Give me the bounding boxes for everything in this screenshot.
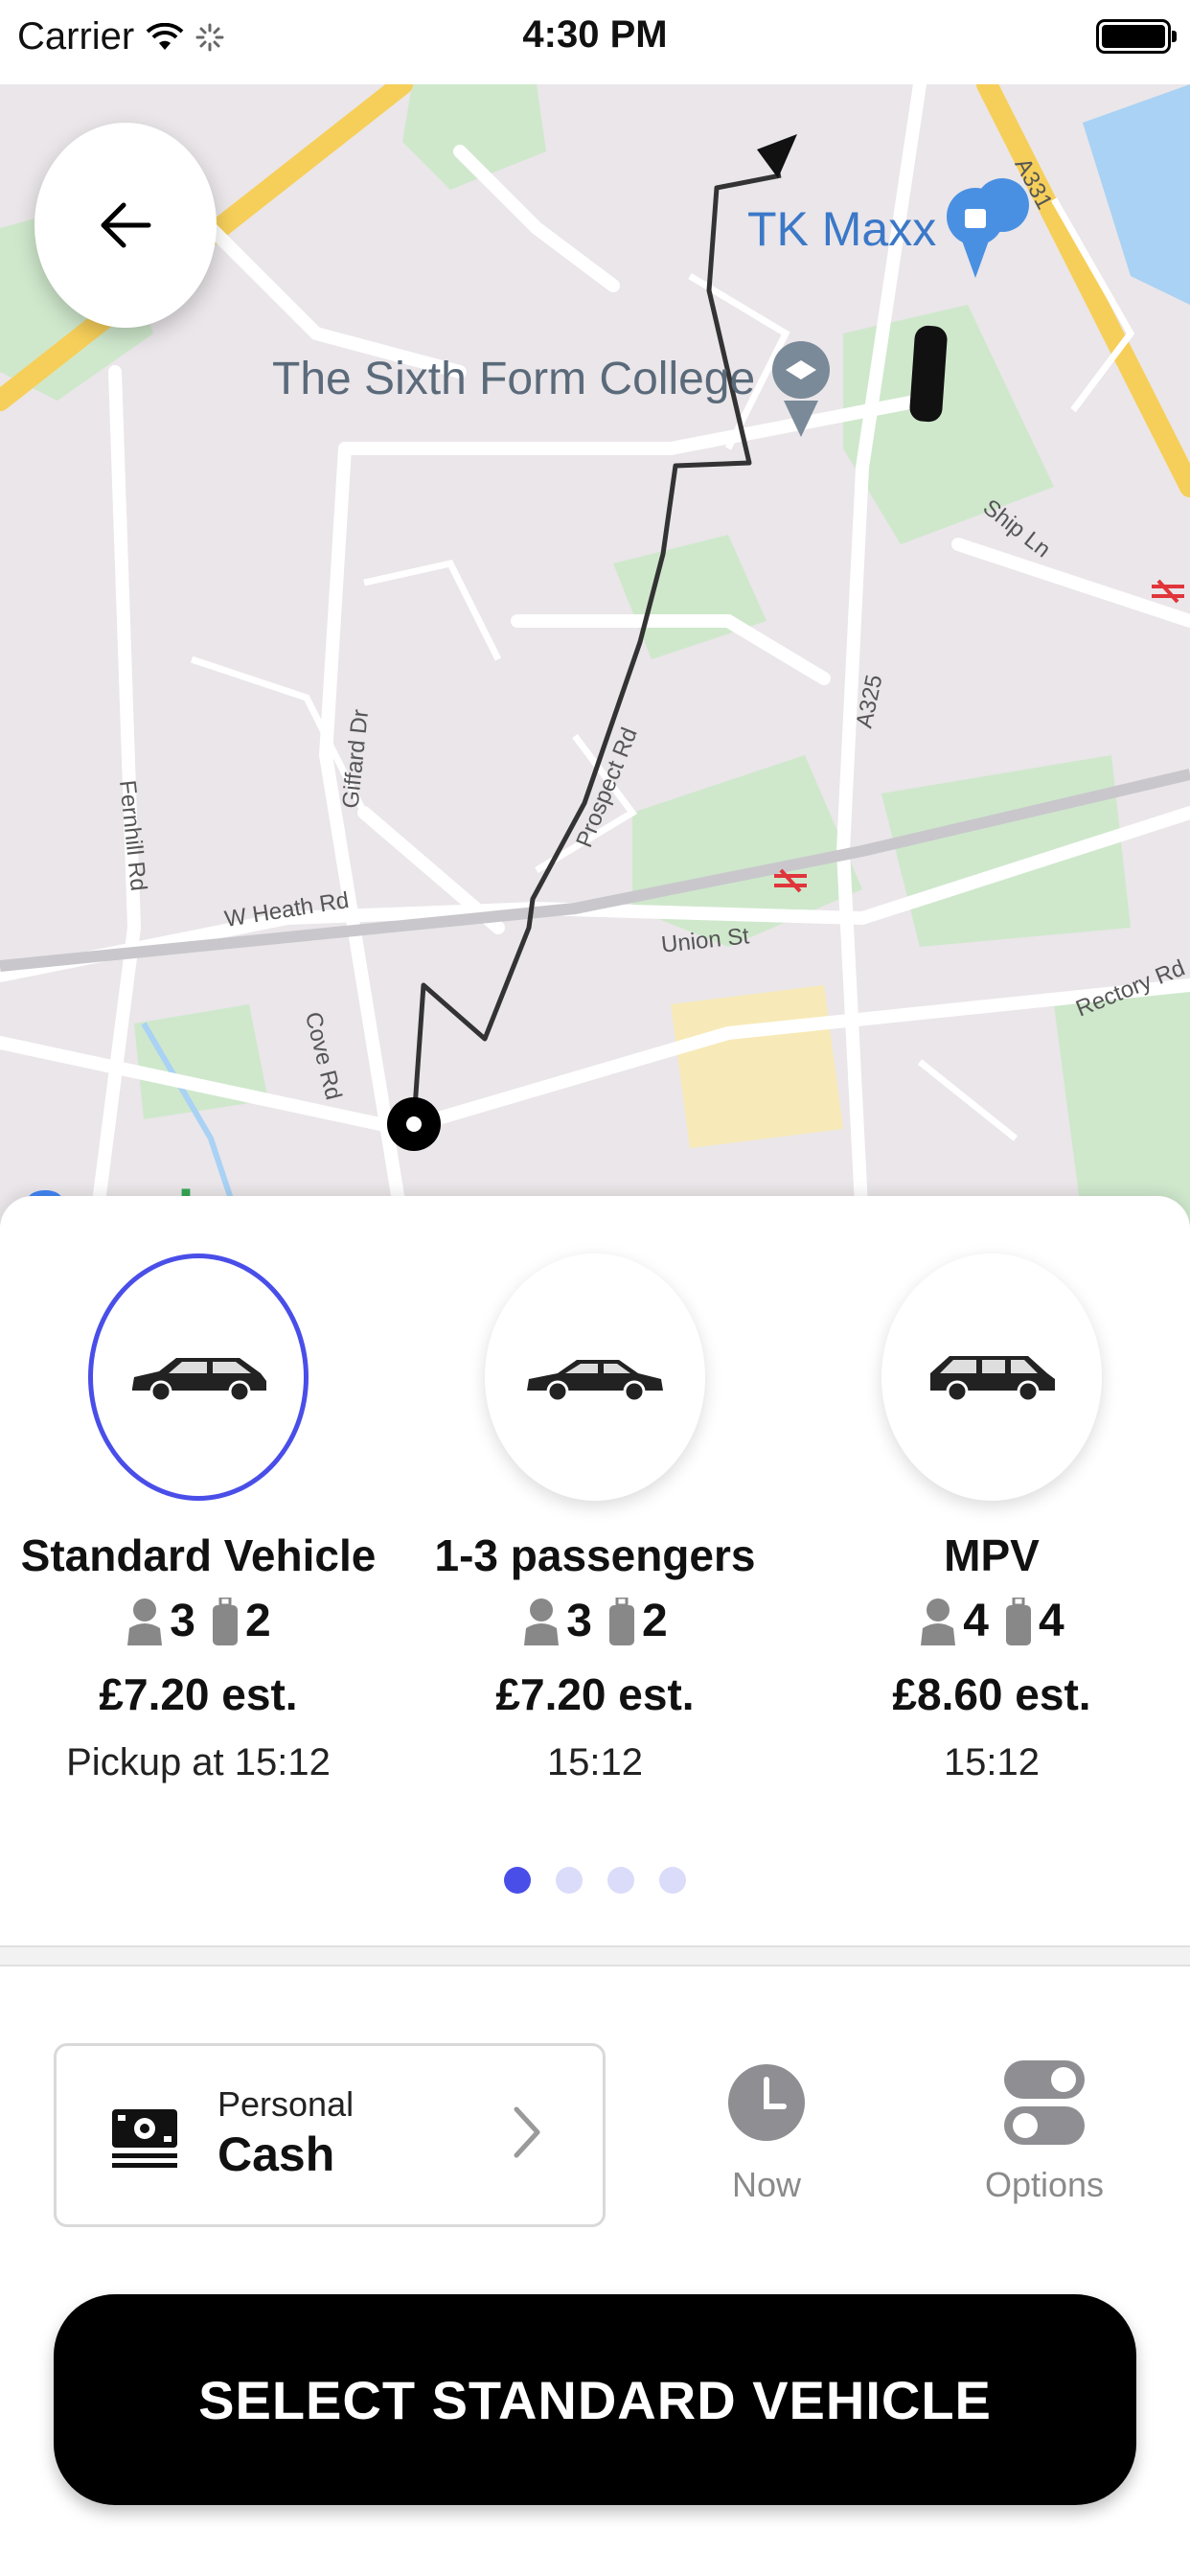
vehicle-image-circle[interactable] [88, 1254, 309, 1501]
status-bar: Carrier 4:30 PM [0, 0, 1190, 84]
payment-method-selector[interactable]: Personal Cash [54, 2043, 606, 2227]
luggage-icon [609, 1597, 634, 1645]
page-dot[interactable] [556, 1867, 583, 1894]
vehicle-name: Standard Vehicle [20, 1530, 377, 1580]
vehicle-name: MPV [944, 1530, 1040, 1580]
passenger-icon [127, 1598, 163, 1645]
page-dot[interactable] [504, 1867, 531, 1894]
vehicle-option-mpv[interactable]: MPV 4 4 £8.60 est. 15:12 [793, 1254, 1190, 1784]
toggles-icon [1004, 2060, 1085, 2145]
time-option-label: Now [731, 2165, 802, 2204]
vehicle-sheet: Standard Vehicle 3 2 £7.20 est. Pickup a… [0, 1196, 1190, 2576]
luggage-icon [213, 1597, 238, 1645]
vehicle-option-1-3-passengers[interactable]: 1-3 passengers 3 2 £7.20 est. 15:12 [397, 1254, 793, 1784]
chevron-right-icon [514, 2106, 540, 2158]
clock-icon [728, 2064, 805, 2141]
vehicle-pickup-time: Pickup at 15:12 [66, 1741, 331, 1783]
page-dot[interactable] [607, 1867, 634, 1894]
passenger-count: 3 [170, 1596, 195, 1646]
passenger-icon [524, 1598, 560, 1645]
car-estate-icon [132, 1358, 266, 1403]
passenger-count: 3 [566, 1596, 592, 1646]
page-dot[interactable] [659, 1867, 686, 1894]
vehicle-price: £7.20 est. [495, 1669, 695, 1719]
arrow-left-icon [101, 202, 151, 248]
vehicle-capacity: 4 4 [793, 1595, 1190, 1647]
map-poi-college[interactable]: The Sixth Form College [272, 353, 755, 405]
page-indicator [0, 1867, 1190, 1894]
payment-type: Personal [217, 2084, 355, 2124]
options-label: Options [984, 2165, 1105, 2204]
luggage-count: 4 [1039, 1596, 1064, 1646]
vehicle-image-circle[interactable] [485, 1254, 705, 1501]
battery-icon [1096, 19, 1177, 54]
back-button[interactable] [34, 123, 217, 328]
vehicle-capacity: 3 2 [397, 1595, 793, 1647]
vehicle-image-circle[interactable] [881, 1254, 1102, 1501]
select-vehicle-button[interactable]: SELECT STANDARD VEHICLE [54, 2294, 1136, 2505]
car-sedan-icon [527, 1360, 663, 1403]
vehicle-option-standard[interactable]: Standard Vehicle 3 2 £7.20 est. Pickup a… [0, 1254, 397, 1784]
status-time: 4:30 PM [522, 13, 668, 56]
options-button[interactable]: Options [968, 2057, 1121, 2205]
luggage-icon [1006, 1597, 1031, 1645]
vehicle-capacity: 3 2 [0, 1595, 397, 1647]
vehicle-pickup-time: 15:12 [943, 1741, 1041, 1783]
luggage-count: 2 [642, 1596, 668, 1646]
vehicle-name: 1-3 passengers [434, 1530, 756, 1580]
payment-method: Cash [217, 2128, 335, 2181]
section-divider [0, 1945, 1190, 1966]
vehicle-pickup-time: 15:12 [546, 1741, 644, 1783]
time-option-button[interactable]: Now [709, 2057, 824, 2205]
luggage-count: 2 [245, 1596, 271, 1646]
passenger-count: 4 [963, 1596, 989, 1646]
car-mpv-icon [930, 1356, 1055, 1403]
passenger-icon [921, 1598, 956, 1645]
cash-icon [112, 2109, 177, 2168]
map-poi-tk-maxx[interactable]: TK Maxx [747, 201, 936, 257]
vehicle-price: £8.60 est. [892, 1669, 1091, 1719]
vehicle-price: £7.20 est. [99, 1669, 298, 1719]
